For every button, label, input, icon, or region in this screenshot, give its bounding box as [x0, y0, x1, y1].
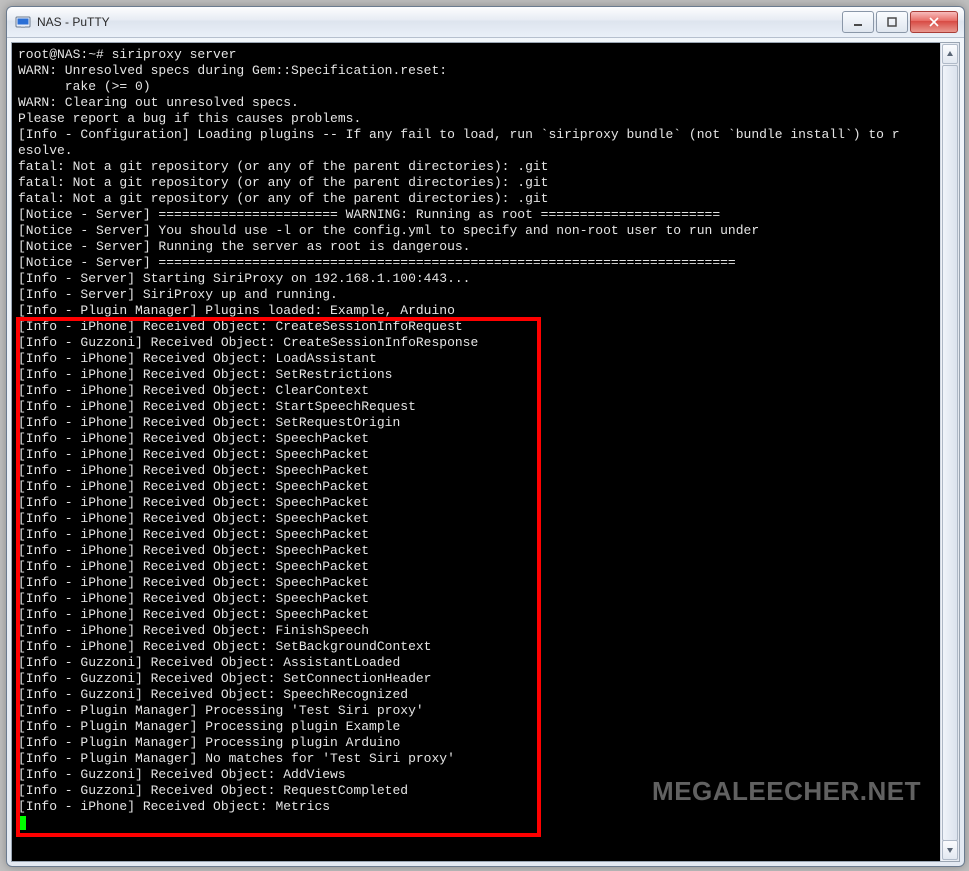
putty-icon: [15, 14, 31, 30]
maximize-button[interactable]: [876, 11, 908, 33]
scrollbar-thumb[interactable]: [942, 65, 958, 841]
vertical-scrollbar[interactable]: [940, 43, 959, 861]
putty-window: NAS - PuTTY root@NAS:~# siriproxy server…: [6, 6, 965, 867]
window-title: NAS - PuTTY: [37, 15, 110, 29]
window-controls: [842, 11, 958, 33]
scroll-up-button[interactable]: [942, 44, 958, 64]
scrollbar-track[interactable]: [941, 65, 959, 839]
close-button[interactable]: [910, 11, 958, 33]
terminal-area: root@NAS:~# siriproxy server WARN: Unres…: [11, 42, 960, 862]
terminal-output[interactable]: root@NAS:~# siriproxy server WARN: Unres…: [12, 43, 940, 861]
terminal-cursor: [18, 816, 26, 830]
minimize-button[interactable]: [842, 11, 874, 33]
scroll-down-button[interactable]: [942, 840, 958, 860]
titlebar[interactable]: NAS - PuTTY: [7, 7, 964, 38]
